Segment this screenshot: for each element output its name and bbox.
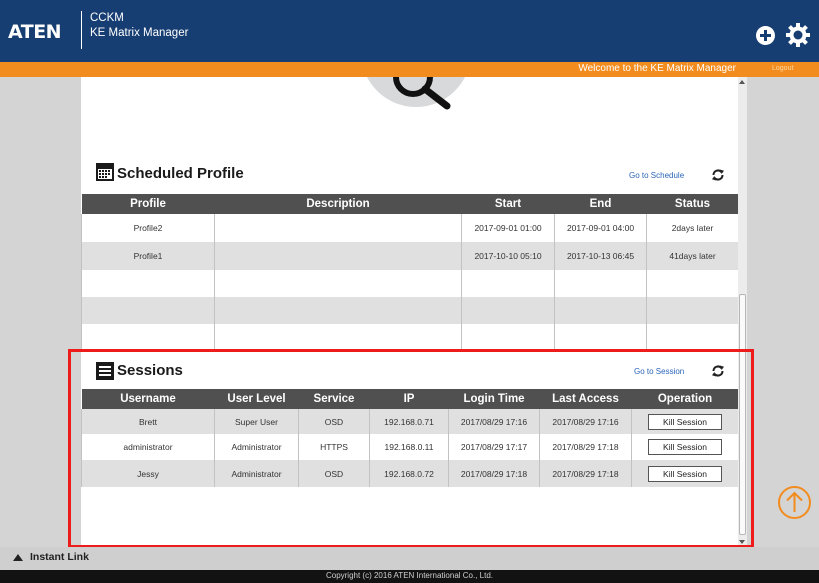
kill-session-button[interactable]: Kill Session — [648, 413, 722, 430]
scroll-up-arrow[interactable] — [739, 80, 745, 84]
empty-row — [81, 297, 738, 324]
table-header-row: Username User Level Service IP Login Tim… — [81, 389, 738, 409]
description-cell — [214, 214, 462, 242]
column-header[interactable]: Login Time — [448, 389, 540, 409]
user-level-cell: Administrator — [214, 434, 299, 460]
calendar-icon — [96, 163, 114, 181]
sessions-table: Username User Level Service IP Login Tim… — [81, 389, 738, 487]
right-gutter — [747, 77, 819, 547]
table-header-row: Profile Description Start End Status — [81, 194, 738, 214]
column-header[interactable]: End — [554, 194, 647, 214]
scroll-thumb[interactable] — [739, 294, 746, 535]
empty-row — [81, 324, 738, 351]
plus-circle-icon[interactable] — [756, 26, 775, 45]
list-icon — [96, 362, 114, 380]
table-row[interactable]: Brett Super User OSD 192.168.0.71 2017/0… — [81, 409, 738, 434]
username-cell: Jessy — [81, 460, 215, 487]
column-header[interactable]: Start — [461, 194, 555, 214]
operation-cell: Kill Session — [631, 409, 738, 434]
magnifier-icon — [393, 77, 451, 110]
service-cell: OSD — [298, 460, 370, 487]
scheduled-profile-table: Profile Description Start End Status Pro… — [81, 194, 738, 351]
user-level-cell: Administrator — [214, 460, 299, 487]
end-cell: 2017-10-13 06:45 — [554, 242, 647, 270]
column-header[interactable]: User Level — [214, 389, 299, 409]
app-title: CCKM KE Matrix Manager — [90, 11, 188, 41]
table-row[interactable]: administrator Administrator HTTPS 192.16… — [81, 434, 738, 460]
kill-session-button[interactable]: Kill Session — [648, 465, 722, 482]
scheduled-profile-title: Scheduled Profile — [117, 165, 244, 182]
description-cell — [214, 242, 462, 270]
aten-logo: ATEN — [8, 21, 62, 43]
main-content: Scheduled Profile Go to Schedule Profile… — [81, 77, 738, 547]
last-access-cell: 2017/08/29 17:18 — [539, 460, 632, 487]
username-cell: Brett — [81, 409, 215, 434]
scroll-down-arrow[interactable] — [739, 540, 745, 544]
refresh-icon[interactable] — [711, 364, 725, 378]
login-time-cell: 2017/08/29 17:16 — [448, 409, 540, 434]
column-header[interactable]: Operation — [631, 389, 738, 409]
refresh-icon[interactable] — [711, 168, 725, 182]
table-row[interactable]: Profile1 2017-10-10 05:10 2017-10-13 06:… — [81, 242, 738, 270]
ip-cell: 192.168.0.11 — [369, 434, 449, 460]
app-title-line1: CCKM — [90, 12, 124, 24]
logout-link[interactable]: Logout — [772, 65, 793, 72]
gear-icon[interactable] — [785, 22, 811, 48]
welcome-text: Welcome to the KE Matrix Manager — [578, 63, 736, 74]
expand-up-icon[interactable] — [13, 554, 23, 561]
column-header[interactable]: Status — [646, 194, 738, 214]
column-header[interactable]: Last Access — [539, 389, 632, 409]
kill-session-button[interactable]: Kill Session — [648, 439, 722, 455]
login-time-cell: 2017/08/29 17:17 — [448, 434, 540, 460]
service-cell: OSD — [298, 409, 370, 434]
column-header[interactable]: Description — [214, 194, 462, 214]
ip-cell: 192.168.0.71 — [369, 409, 449, 434]
copyright-text: Copyright (c) 2016 ATEN International Co… — [325, 571, 494, 580]
profile-name-cell: Profile1 — [81, 242, 215, 270]
service-cell: HTTPS — [298, 434, 370, 460]
status-cell: 2days later — [646, 214, 738, 242]
empty-row — [81, 270, 738, 297]
operation-cell: Kill Session — [631, 460, 738, 487]
column-header[interactable]: IP — [369, 389, 449, 409]
up-arrow-circle-icon[interactable] — [777, 485, 812, 520]
end-cell: 2017-09-01 04:00 — [554, 214, 647, 242]
username-cell: administrator — [81, 434, 215, 460]
app-title-line2: KE Matrix Manager — [90, 27, 189, 39]
instant-link-bar — [0, 547, 819, 570]
vertical-scrollbar[interactable] — [738, 77, 747, 547]
ip-cell: 192.168.0.72 — [369, 460, 449, 487]
column-header[interactable]: Service — [298, 389, 370, 409]
go-to-session-link[interactable]: Go to Session — [634, 367, 684, 376]
profile-name-cell: Profile2 — [81, 214, 215, 242]
sessions-title: Sessions — [117, 362, 183, 379]
instant-link-toggle[interactable]: Instant Link — [30, 551, 89, 563]
login-time-cell: 2017/08/29 17:18 — [448, 460, 540, 487]
left-gutter — [0, 77, 81, 547]
status-cell: 41days later — [646, 242, 738, 270]
column-header[interactable]: Username — [81, 389, 215, 409]
user-level-cell: Super User — [214, 409, 299, 434]
table-row[interactable]: Jessy Administrator OSD 192.168.0.72 201… — [81, 460, 738, 487]
last-access-cell: 2017/08/29 17:16 — [539, 409, 632, 434]
operation-cell: Kill Session — [631, 434, 738, 460]
column-header[interactable]: Profile — [81, 194, 215, 214]
last-access-cell: 2017/08/29 17:18 — [539, 434, 632, 460]
start-cell: 2017-10-10 05:10 — [461, 242, 555, 270]
table-row[interactable]: Profile2 2017-09-01 01:00 2017-09-01 04:… — [81, 214, 738, 242]
start-cell: 2017-09-01 01:00 — [461, 214, 555, 242]
logo-divider — [81, 11, 82, 49]
go-to-schedule-link[interactable]: Go to Schedule — [629, 171, 684, 180]
